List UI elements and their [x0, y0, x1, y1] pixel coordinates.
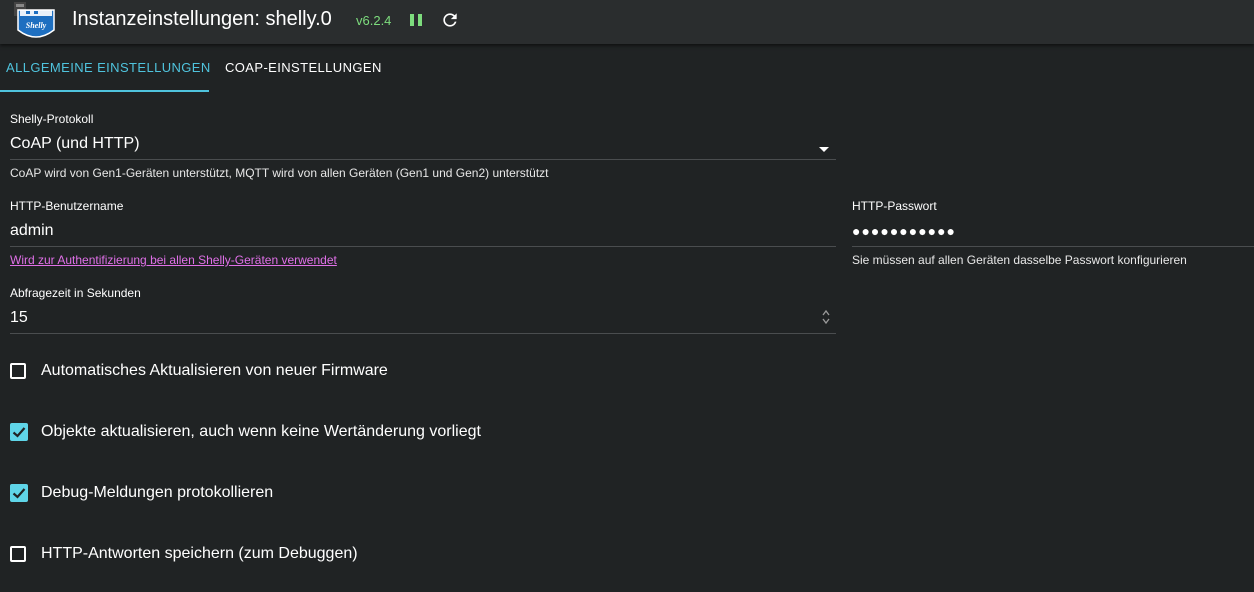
pause-icon: [410, 14, 422, 26]
number-stepper-icon[interactable]: [820, 308, 832, 326]
password-underline: [852, 246, 1254, 247]
app-header: Shelly Instanzeinstellungen: shelly.0 v6…: [0, 0, 1254, 44]
checkbox-unchecked-icon: [10, 546, 26, 562]
tab-general-settings[interactable]: Allgemeine Einstellungen: [0, 48, 211, 92]
checkbox-update-objects[interactable]: Objekte aktualisieren, auch wenn keine W…: [10, 422, 500, 444]
poll-interval-label: Abfragezeit in Sekunden: [10, 286, 141, 300]
pause-button[interactable]: [406, 10, 426, 30]
password-input[interactable]: ●●●●●●●●●●●: [852, 222, 1252, 242]
checkbox-checked-icon: [10, 484, 28, 502]
active-tab-indicator: [0, 90, 209, 92]
checkbox-save-http-responses[interactable]: HTTP-Antworten speichern (zum Debuggen): [10, 544, 370, 566]
checkbox-auto-firmware-update[interactable]: Automatisches Aktualisieren von neuer Fi…: [10, 361, 410, 383]
poll-interval-underline: [10, 333, 836, 334]
checkbox-debug-logging[interactable]: Debug-Meldungen protokollieren: [10, 483, 290, 505]
page-title: Instanzeinstellungen: shelly.0: [72, 8, 332, 30]
password-helper-text: Sie müssen auf allen Geräten dasselbe Pa…: [852, 253, 1187, 267]
protocol-value: CoAP (und HTTP): [10, 135, 140, 152]
protocol-select[interactable]: CoAP (und HTTP): [10, 134, 836, 158]
protocol-helper-text: CoAP wird von Gen1-Geräten unterstützt, …: [10, 166, 549, 180]
tab-coap-settings[interactable]: CoAP-Einstellungen: [209, 48, 385, 92]
checkbox-label: Debug-Meldungen protokollieren: [41, 484, 274, 501]
checkbox-label: Objekte aktualisieren, auch wenn keine W…: [41, 423, 481, 440]
checkbox-checked-icon: [10, 423, 28, 441]
version-badge: v6.2.4: [356, 13, 392, 28]
protocol-label: Shelly-Protokoll: [10, 112, 94, 126]
username-label: HTTP-Benutzername: [10, 199, 124, 213]
tab-label: Allgemeine Einstellungen: [6, 60, 211, 75]
tab-label: CoAP-Einstellungen: [225, 60, 382, 75]
username-helper-text: Wird zur Authentifizierung bei allen She…: [10, 253, 337, 267]
logo-text: Shelly: [26, 21, 47, 30]
poll-interval-value: 15: [10, 309, 28, 326]
password-label: HTTP-Passwort: [852, 199, 937, 213]
checkbox-unchecked-icon: [10, 363, 26, 379]
poll-interval-input[interactable]: 15: [10, 308, 810, 332]
reload-icon: [443, 13, 457, 27]
checkbox-label: Automatisches Aktualisieren von neuer Fi…: [41, 362, 388, 379]
username-underline: [10, 246, 836, 247]
username-value: admin: [10, 222, 54, 239]
protocol-underline: [10, 159, 836, 160]
shelly-logo-icon: Shelly: [12, 0, 56, 40]
username-input[interactable]: admin: [10, 221, 836, 245]
reload-button[interactable]: [440, 10, 460, 30]
chevron-down-icon[interactable]: [818, 141, 830, 152]
username-helper-link[interactable]: Wird zur Authentifizierung bei allen She…: [10, 253, 337, 267]
checkbox-label: HTTP-Antworten speichern (zum Debuggen): [41, 545, 358, 562]
